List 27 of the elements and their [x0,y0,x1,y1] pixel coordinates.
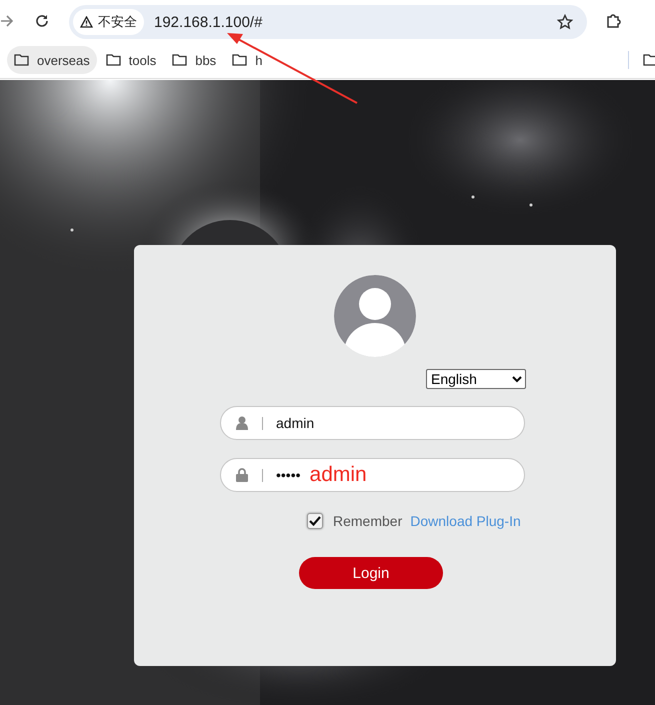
annotation-text: admin [310,463,367,487]
security-chip[interactable]: 不安全 [73,9,144,35]
user-icon [236,416,248,430]
bookmark-folder[interactable]: tools [98,46,164,74]
login-button[interactable]: Login [299,557,443,589]
bookmark-folder[interactable]: h [225,46,270,74]
address-bar[interactable]: 不安全 192.168.1.100/# [69,5,587,39]
username-field[interactable]: admin [220,406,525,440]
folder-icon [172,54,188,66]
language-select[interactable]: English [426,369,526,389]
puzzle-icon[interactable] [605,12,623,30]
remember-checkbox[interactable] [307,513,323,529]
forward-icon[interactable] [0,15,14,27]
password-field[interactable]: ••••• admin [220,458,525,492]
folder-icon[interactable] [643,54,655,66]
star-icon[interactable] [557,14,573,30]
lock-icon [236,468,248,482]
url-text: 192.168.1.100/# [154,14,264,30]
bookmark-folder[interactable]: bbs [165,46,224,74]
avatar-icon [334,275,416,357]
remember-label: Remember [333,513,402,529]
folder-icon [232,54,248,66]
bookmark-folder[interactable]: overseas [7,46,97,74]
reload-icon[interactable] [35,14,49,28]
warning-icon [80,16,93,28]
folder-icon [106,54,121,66]
folder-icon [14,54,29,66]
